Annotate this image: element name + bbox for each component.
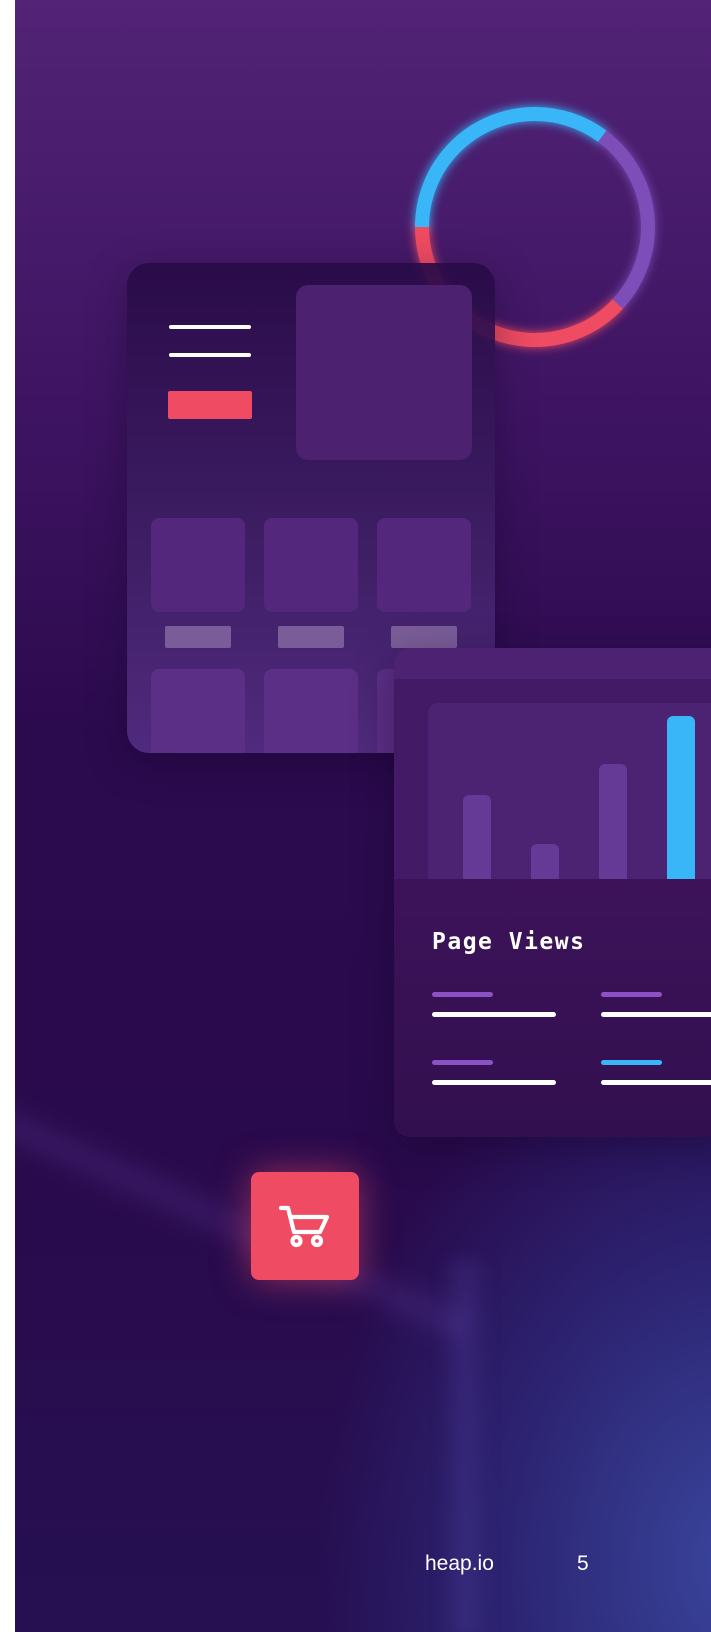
stat-value-placeholder bbox=[432, 1012, 556, 1017]
chart-bar bbox=[599, 764, 627, 879]
analytics-card: Page Views bbox=[394, 648, 711, 1137]
shopping-cart-icon bbox=[278, 1205, 330, 1248]
add-to-cart-button[interactable] bbox=[251, 1172, 359, 1280]
slide-page: Page Views heap.io 5 bbox=[15, 0, 711, 1632]
card-header-strip bbox=[394, 648, 711, 679]
stat-label-placeholder bbox=[601, 992, 662, 997]
stat-label-placeholder-highlighted bbox=[601, 1060, 662, 1065]
chart-bar bbox=[531, 844, 559, 879]
page-number: 5 bbox=[577, 1552, 589, 1575]
text-line-placeholder bbox=[169, 325, 251, 329]
product-tile bbox=[151, 518, 245, 612]
stats-section: Page Views bbox=[394, 879, 711, 1137]
stat-label-placeholder bbox=[432, 992, 493, 997]
tile-label-placeholder bbox=[165, 626, 231, 648]
tile-label-placeholder bbox=[278, 626, 344, 648]
footer-site-name: heap.io bbox=[425, 1552, 494, 1575]
bar-chart bbox=[428, 703, 711, 879]
chart-bar-highlighted bbox=[667, 716, 695, 879]
product-tile bbox=[264, 669, 358, 753]
page-views-title: Page Views bbox=[432, 929, 586, 955]
bar-chart-panel bbox=[394, 679, 711, 879]
tile-label-placeholder bbox=[391, 626, 457, 648]
stat-label-placeholder bbox=[432, 1060, 493, 1065]
product-tile bbox=[151, 669, 245, 753]
text-line-placeholder bbox=[169, 353, 251, 357]
product-tile bbox=[264, 518, 358, 612]
image-placeholder bbox=[296, 285, 472, 460]
chart-bar bbox=[463, 795, 491, 879]
stat-value-placeholder bbox=[432, 1080, 556, 1085]
stat-value-placeholder bbox=[601, 1012, 711, 1017]
light-beam-vertical bbox=[440, 1260, 490, 1632]
stat-value-placeholder bbox=[601, 1080, 711, 1085]
product-tile bbox=[377, 518, 471, 612]
cta-button-placeholder bbox=[168, 391, 252, 419]
